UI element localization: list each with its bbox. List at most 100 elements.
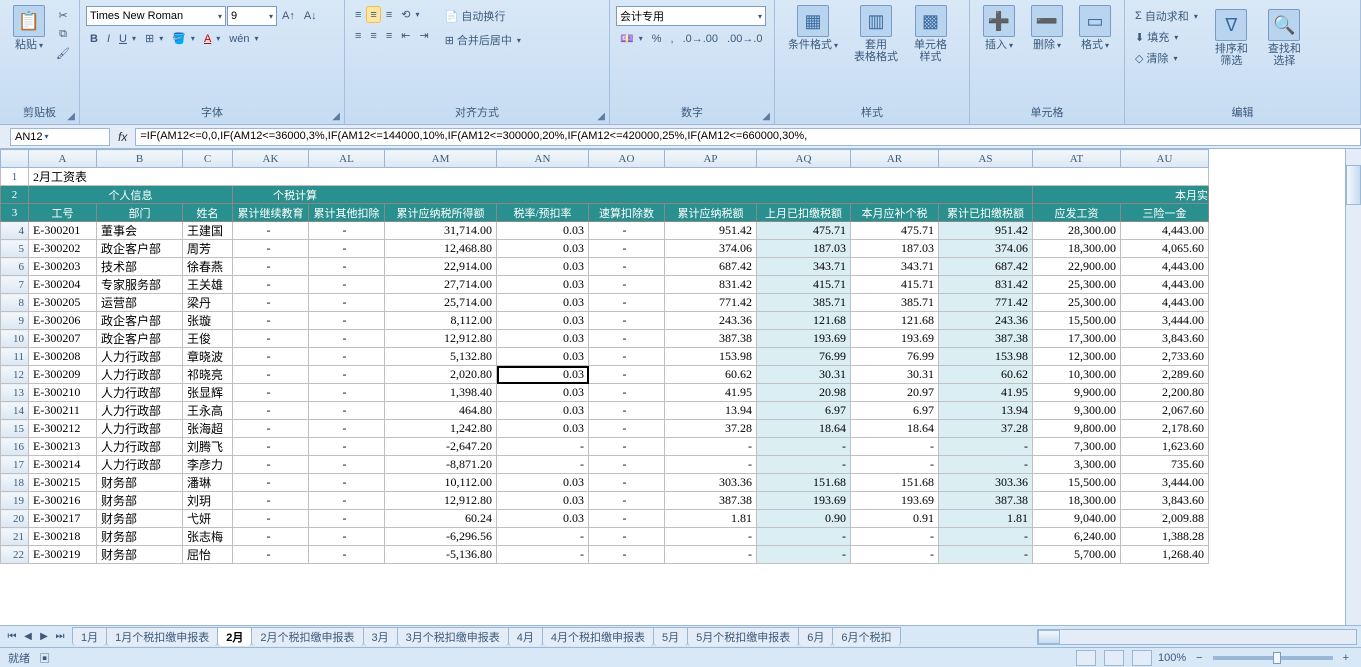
cell[interactable]: - xyxy=(589,528,665,546)
decrease-font-button[interactable]: A↓ xyxy=(300,6,321,26)
cell[interactable]: 0.03 xyxy=(497,384,589,402)
col-header[interactable]: AS xyxy=(939,150,1033,168)
cell[interactable]: - xyxy=(757,438,851,456)
cell[interactable]: 财务部 xyxy=(97,474,183,492)
cell[interactable]: - xyxy=(665,528,757,546)
currency-button[interactable]: 💷▾ xyxy=(616,30,647,47)
cell[interactable]: - xyxy=(589,276,665,294)
decrease-indent-button[interactable]: ⇤ xyxy=(397,27,414,44)
cell[interactable]: 18.64 xyxy=(757,420,851,438)
sheet-tab[interactable]: 2月 xyxy=(217,627,252,646)
cell[interactable]: 4,443.00 xyxy=(1121,294,1209,312)
bold-button[interactable]: B xyxy=(86,30,102,47)
cell[interactable]: 屈怡 xyxy=(183,546,233,564)
cell[interactable]: 25,300.00 xyxy=(1033,294,1121,312)
cell[interactable]: - xyxy=(589,348,665,366)
cell[interactable]: 2,009.88 xyxy=(1121,510,1209,528)
cell[interactable]: 0.03 xyxy=(497,366,589,384)
cell[interactable]: 2,178.60 xyxy=(1121,420,1209,438)
cell[interactable]: - xyxy=(589,258,665,276)
cell[interactable]: 475.71 xyxy=(851,222,939,240)
cell[interactable]: 刘玥 xyxy=(183,492,233,510)
tab-nav-first[interactable]: ⏮ xyxy=(4,629,20,645)
cell[interactable]: 财务部 xyxy=(97,528,183,546)
cell[interactable]: 387.38 xyxy=(665,330,757,348)
cell[interactable]: - xyxy=(497,528,589,546)
row-header[interactable]: 10 xyxy=(1,330,29,348)
align-middle-button[interactable]: ≡ xyxy=(366,6,380,23)
row-header[interactable]: 17 xyxy=(1,456,29,474)
view-normal-button[interactable] xyxy=(1076,650,1096,666)
cell[interactable]: E-300208 xyxy=(29,348,97,366)
cell[interactable]: - xyxy=(589,384,665,402)
sheet-tab[interactable]: 5月个税扣缴申报表 xyxy=(687,627,799,646)
row-header[interactable]: 6 xyxy=(1,258,29,276)
cell[interactable]: - xyxy=(589,402,665,420)
cell[interactable]: - xyxy=(233,348,309,366)
cell[interactable]: 13.94 xyxy=(665,402,757,420)
cell[interactable]: E-300209 xyxy=(29,366,97,384)
col-header[interactable]: AO xyxy=(589,150,665,168)
cell[interactable]: 政企客户部 xyxy=(97,330,183,348)
fill-button[interactable]: ⬇ 填充▾ xyxy=(1131,27,1202,47)
cell[interactable]: 10,112.00 xyxy=(385,474,497,492)
cell[interactable]: 193.69 xyxy=(757,330,851,348)
zoom-slider[interactable] xyxy=(1213,656,1333,660)
cell[interactable]: E-300215 xyxy=(29,474,97,492)
cell[interactable]: 人力行政部 xyxy=(97,348,183,366)
cell[interactable]: -6,296.56 xyxy=(385,528,497,546)
cell[interactable]: - xyxy=(233,510,309,528)
cell[interactable]: 951.42 xyxy=(939,222,1033,240)
cell[interactable]: 0.03 xyxy=(497,330,589,348)
cell[interactable]: - xyxy=(309,240,385,258)
cell[interactable]: 18.64 xyxy=(851,420,939,438)
cell[interactable]: 17,300.00 xyxy=(1033,330,1121,348)
cell[interactable]: - xyxy=(497,456,589,474)
format-button[interactable]: ▭格式▾ xyxy=(1072,2,1118,55)
col-header[interactable]: AT xyxy=(1033,150,1121,168)
cell[interactable]: E-300204 xyxy=(29,276,97,294)
cell[interactable]: E-300214 xyxy=(29,456,97,474)
cell[interactable]: 771.42 xyxy=(665,294,757,312)
cell[interactable]: 374.06 xyxy=(665,240,757,258)
cell[interactable]: 1,388.28 xyxy=(1121,528,1209,546)
cell[interactable]: 475.71 xyxy=(757,222,851,240)
cell[interactable]: - xyxy=(589,222,665,240)
cell[interactable]: - xyxy=(233,528,309,546)
cell[interactable]: - xyxy=(589,330,665,348)
cell[interactable]: 0.03 xyxy=(497,312,589,330)
cell[interactable]: 1.81 xyxy=(939,510,1033,528)
increase-decimal-button[interactable]: .0→.00 xyxy=(679,30,722,47)
cell[interactable]: 18,300.00 xyxy=(1033,492,1121,510)
cell[interactable]: -5,136.80 xyxy=(385,546,497,564)
cell[interactable]: 687.42 xyxy=(665,258,757,276)
cell[interactable]: 193.69 xyxy=(851,492,939,510)
cell[interactable]: 8,112.00 xyxy=(385,312,497,330)
cell[interactable]: - xyxy=(589,240,665,258)
cell[interactable]: - xyxy=(309,330,385,348)
zoom-thumb[interactable] xyxy=(1273,652,1281,664)
cell[interactable]: - xyxy=(309,294,385,312)
cell[interactable]: 76.99 xyxy=(757,348,851,366)
cell[interactable]: 121.68 xyxy=(757,312,851,330)
cell[interactable]: - xyxy=(233,240,309,258)
cell[interactable]: 18,300.00 xyxy=(1033,240,1121,258)
col-header[interactable] xyxy=(1,150,29,168)
cell[interactable]: 王永高 xyxy=(183,402,233,420)
cell[interactable]: 李彦力 xyxy=(183,456,233,474)
cell[interactable]: 0.03 xyxy=(497,240,589,258)
cell[interactable]: 9,300.00 xyxy=(1033,402,1121,420)
col-header[interactable]: C xyxy=(183,150,233,168)
cell[interactable]: - xyxy=(309,510,385,528)
align-top-button[interactable]: ≡ xyxy=(351,6,365,23)
cell[interactable]: 7,300.00 xyxy=(1033,438,1121,456)
sheet-tab[interactable]: 6月 xyxy=(798,627,833,646)
cell[interactable]: 385.71 xyxy=(851,294,939,312)
comma-button[interactable]: , xyxy=(667,30,678,47)
cell[interactable]: - xyxy=(589,438,665,456)
sheet-tab[interactable]: 6月个税扣 xyxy=(832,627,900,646)
row-header[interactable]: 16 xyxy=(1,438,29,456)
cell[interactable]: 22,914.00 xyxy=(385,258,497,276)
cell[interactable]: 1,268.40 xyxy=(1121,546,1209,564)
cell[interactable]: 387.38 xyxy=(665,492,757,510)
